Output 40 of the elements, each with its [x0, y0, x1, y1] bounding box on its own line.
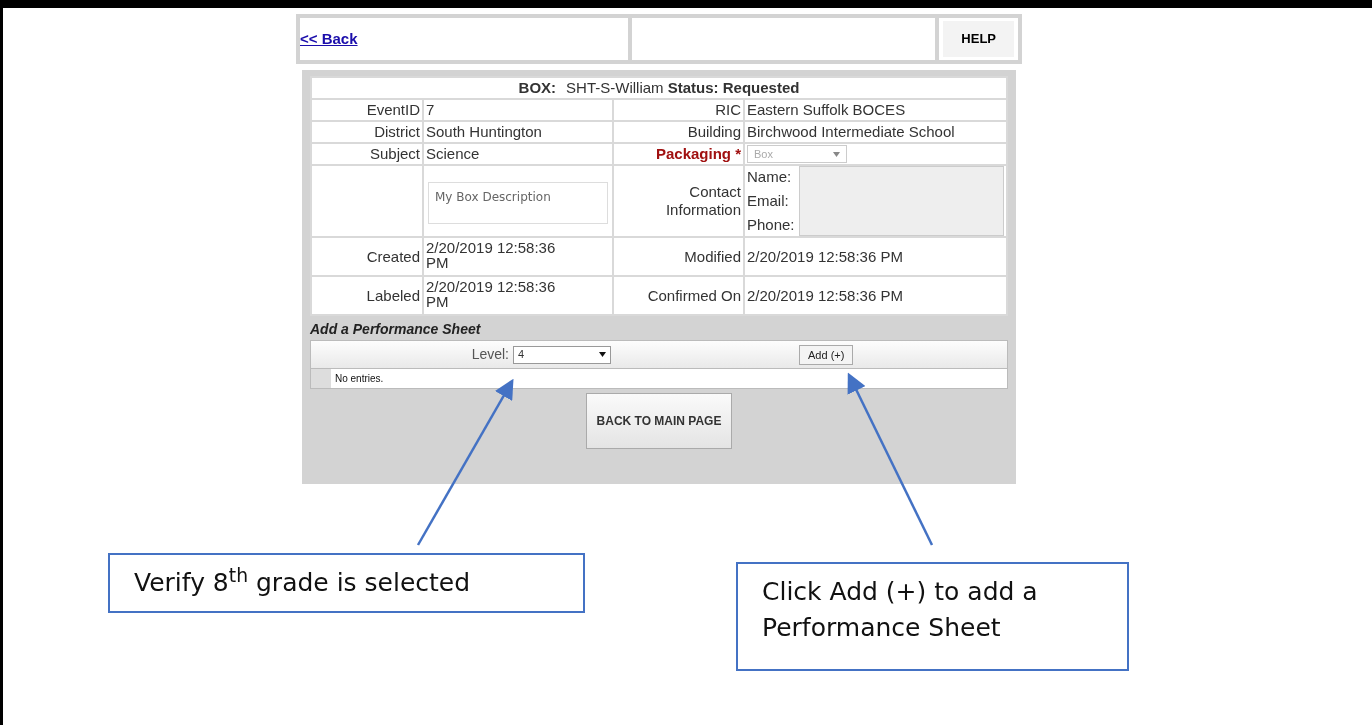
status-label: Status:	[667, 79, 720, 96]
field-label: Packaging *	[614, 144, 743, 164]
contact-field[interactable]	[798, 166, 1004, 236]
field-value: Science	[424, 144, 612, 164]
help-button[interactable]: HELP	[943, 21, 1014, 57]
field-value: 2/20/2019 12:58:36 PM	[745, 238, 1006, 275]
description-field[interactable]: My Box Description	[428, 182, 608, 224]
contact-label: Contact Information	[664, 183, 741, 219]
field-value: Eastern Suffolk BOCES	[745, 100, 1006, 120]
field-value: 2/20/2019 12:58:36 PM	[424, 277, 612, 314]
field-label: RIC	[614, 100, 743, 120]
box-label: BOX:	[518, 79, 557, 96]
box-name: SHT-S-William	[566, 79, 665, 96]
level-select[interactable]: 4	[513, 345, 611, 364]
contact-field-label: Email:	[747, 191, 790, 211]
field-label: Building	[614, 122, 743, 142]
field-label: Labeled	[312, 277, 422, 314]
field-value: South Huntington	[424, 122, 612, 142]
back-to-main-button[interactable]: BACK TO MAIN PAGE	[585, 393, 733, 449]
field-label: District	[312, 122, 422, 142]
add-button[interactable]: Add (+)	[799, 344, 854, 366]
contact-field-label: Name:	[747, 167, 793, 187]
back-link[interactable]: << Back	[300, 27, 358, 51]
callout-box: Click Add (+) to add a Performance Sheet	[736, 562, 1129, 671]
section-title: Add a Performance Sheet	[310, 320, 482, 339]
field-label: Subject	[312, 144, 422, 164]
field-value: 2/20/2019 12:58:36 PM	[745, 277, 1006, 314]
field-label: EventID	[312, 100, 422, 120]
caret-icon	[599, 352, 606, 357]
status-value: Requested	[722, 79, 800, 96]
field-label: Created	[312, 238, 422, 275]
field-label: Modified	[614, 238, 743, 275]
contact-field-label: Phone:	[747, 215, 795, 235]
field-label: Confirmed On	[614, 277, 743, 314]
level-label: Level:	[471, 345, 509, 364]
caret-icon	[833, 151, 840, 157]
field-value: 7	[424, 100, 612, 120]
callout-box: Verify 8$^{th}$ grade is selected	[108, 553, 585, 614]
field-value: Birchwood Intermediate School	[745, 122, 1006, 142]
field-value: 2/20/2019 12:58:36 PM	[424, 238, 612, 275]
